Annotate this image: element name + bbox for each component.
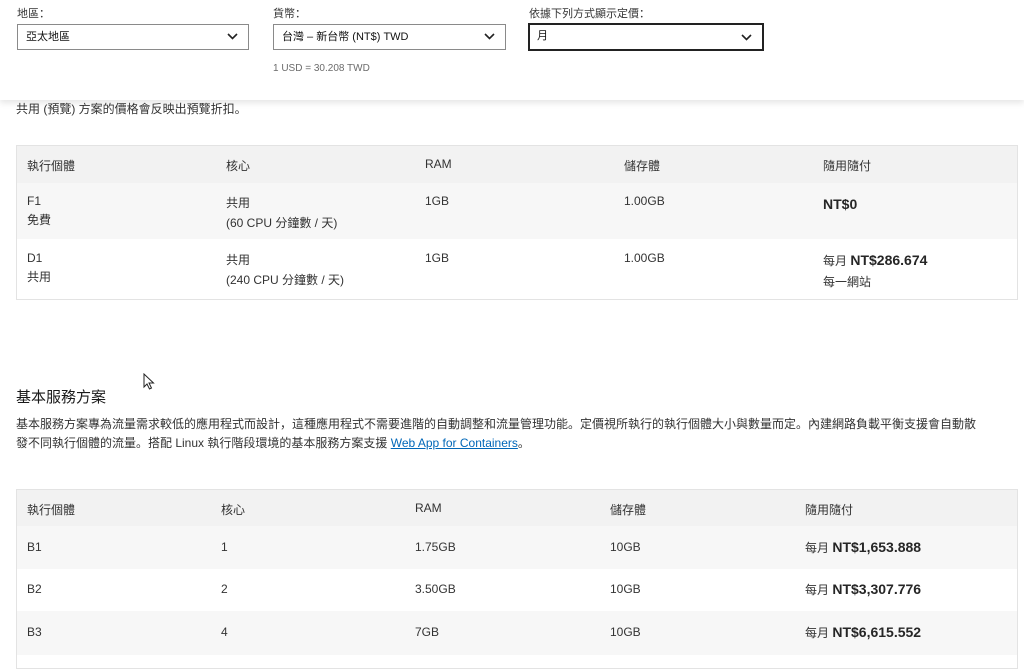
cores-value: 共用 — [226, 253, 251, 267]
preview-discount-note: 共用 (預覽) 方案的價格會反映出預覽折扣。 — [16, 102, 247, 116]
column-header-ram: RAM — [415, 501, 442, 515]
description-line-2: 發不同執行個體的流量。搭配 Linux 執行階段環境的基本服務方案支援 Web … — [16, 434, 1020, 453]
cores-cell: 2 — [221, 582, 228, 596]
price-amount: NT$0 — [823, 196, 858, 212]
ram-cell: 1GB — [425, 194, 450, 208]
cores-cell: 共用 (60 CPU 分鐘數 / 天) — [226, 194, 337, 231]
column-header-ram: RAM — [425, 157, 452, 171]
price-unit: 每一網站 — [823, 275, 872, 289]
instance-tier: 共用 — [27, 270, 52, 284]
instance-tier: 免費 — [27, 213, 52, 227]
table-header-row: 執行個體 核心 RAM 儲存體 隨用隨付 — [17, 146, 1017, 183]
column-header-cores: 核心 — [221, 503, 246, 517]
display-period-value: 月 — [537, 30, 548, 42]
display-label: 依據下列方式顯示定價： — [529, 8, 650, 20]
chevron-down-icon — [484, 33, 495, 40]
currency-filter: 貨幣： — [273, 8, 306, 21]
storage-cell: 10GB — [610, 625, 641, 639]
cores-quota: (240 CPU 分鐘數 / 天) — [226, 273, 345, 287]
storage-cell: 1.00GB — [624, 251, 665, 265]
chevron-down-icon — [741, 34, 752, 41]
region-select-value: 亞太地區 — [26, 31, 70, 43]
exchange-rate-note: 1 USD = 30.208 TWD — [273, 63, 370, 74]
table-row: B3 4 7GB 10GB 每月 NT$6,615.552 — [17, 611, 1017, 655]
storage-cell: 10GB — [610, 582, 641, 596]
price-cell: 每月 NT$3,307.776 — [805, 581, 921, 598]
table-row: F1 免費 共用 (60 CPU 分鐘數 / 天) 1GB 1.00GB NT$… — [17, 183, 1017, 239]
web-app-for-containers-link[interactable]: Web App for Containers — [391, 436, 518, 450]
region-filter: 地區： — [17, 8, 50, 21]
basic-pricing-table: 執行個體 核心 RAM 儲存體 隨用隨付 B1 1 1.75GB 10GB 每月… — [16, 489, 1018, 669]
ram-cell: 7GB — [415, 625, 440, 639]
ram-cell: 3.50GB — [415, 582, 456, 596]
price-amount: NT$1,653.888 — [832, 539, 922, 555]
cores-quota: (60 CPU 分鐘數 / 天) — [226, 216, 338, 230]
table-header-row: 執行個體 核心 RAM 儲存體 隨用隨付 — [17, 490, 1017, 526]
column-header-storage: 儲存體 — [624, 159, 661, 173]
column-header-instance: 執行個體 — [27, 503, 76, 517]
cores-cell: 共用 (240 CPU 分鐘數 / 天) — [226, 251, 344, 288]
description-text-end: 。 — [517, 436, 530, 450]
column-header-storage: 儲存體 — [610, 503, 647, 517]
table-row: B2 2 3.50GB 10GB 每月 NT$3,307.776 — [17, 569, 1017, 611]
price-period: 每月 — [805, 583, 830, 597]
free-shared-pricing-table: 執行個體 核心 RAM 儲存體 隨用隨付 F1 免費 共用 (60 CPU 分鐘… — [16, 145, 1018, 300]
column-header-pay-as-you-go: 隨用隨付 — [805, 503, 854, 517]
column-header-instance: 執行個體 — [27, 159, 76, 173]
cores-value: 共用 — [226, 196, 251, 210]
table-row: B1 1 1.75GB 10GB 每月 NT$1,653.888 — [17, 526, 1017, 569]
cores-cell: 4 — [221, 625, 228, 639]
table-row: D1 共用 共用 (240 CPU 分鐘數 / 天) 1GB 1.00GB 每月… — [17, 239, 1017, 299]
basic-plan-heading: 基本服務方案 — [16, 389, 107, 406]
price-cell: 每月 NT$1,653.888 — [805, 539, 921, 556]
ram-cell: 1.75GB — [415, 540, 456, 554]
price-period: 每月 — [805, 541, 830, 555]
description-line-1: 基本服務方案專為流量需求較低的應用程式而設計，這種應用程式不需要進階的自動調整和… — [16, 417, 977, 431]
currency-select-value: 台灣 – 新台幣 (NT$) TWD — [282, 31, 409, 43]
description-text: 發不同執行個體的流量。搭配 Linux 執行階段環境的基本服務方案支援 — [16, 436, 391, 450]
price-cell: NT$0 — [823, 196, 857, 212]
price-cell: 每月 NT$286.674 每一網站 — [823, 252, 927, 290]
instance-name: D1 — [27, 251, 43, 265]
column-header-pay-as-you-go: 隨用隨付 — [823, 159, 872, 173]
currency-label: 貨幣： — [273, 8, 306, 20]
chevron-down-icon — [227, 33, 238, 40]
price-amount: NT$3,307.776 — [832, 581, 922, 597]
instance-cell: D1 共用 — [27, 251, 51, 285]
pricing-filter-bar: 地區： 亞太地區 貨幣： 台灣 – 新台幣 (NT$) TWD 1 USD = … — [0, 0, 1024, 100]
price-amount: NT$286.674 — [850, 252, 928, 268]
region-label: 地區： — [17, 8, 50, 20]
basic-plan-description: 基本服務方案專為流量需求較低的應用程式而設計，這種應用程式不需要進階的自動調整和… — [16, 415, 1020, 453]
display-period-select[interactable]: 月 — [528, 23, 764, 51]
price-period: 每月 — [823, 254, 848, 268]
storage-cell: 10GB — [610, 540, 641, 554]
instance-name: F1 — [27, 194, 42, 208]
ram-cell: 1GB — [425, 251, 450, 265]
display-filter: 依據下列方式顯示定價： — [529, 8, 650, 21]
price-cell: 每月 NT$6,615.552 — [805, 624, 921, 641]
region-select[interactable]: 亞太地區 — [17, 24, 249, 50]
mouse-cursor-icon — [143, 373, 155, 390]
currency-select[interactable]: 台灣 – 新台幣 (NT$) TWD — [273, 24, 506, 50]
column-header-cores: 核心 — [226, 159, 251, 173]
instance-cell: B3 — [27, 625, 42, 639]
price-period: 每月 — [805, 626, 830, 640]
instance-cell: F1 免費 — [27, 194, 51, 228]
storage-cell: 1.00GB — [624, 194, 665, 208]
cores-cell: 1 — [221, 540, 228, 554]
price-amount: NT$6,615.552 — [832, 624, 922, 640]
instance-cell: B2 — [27, 582, 42, 596]
instance-cell: B1 — [27, 540, 42, 554]
